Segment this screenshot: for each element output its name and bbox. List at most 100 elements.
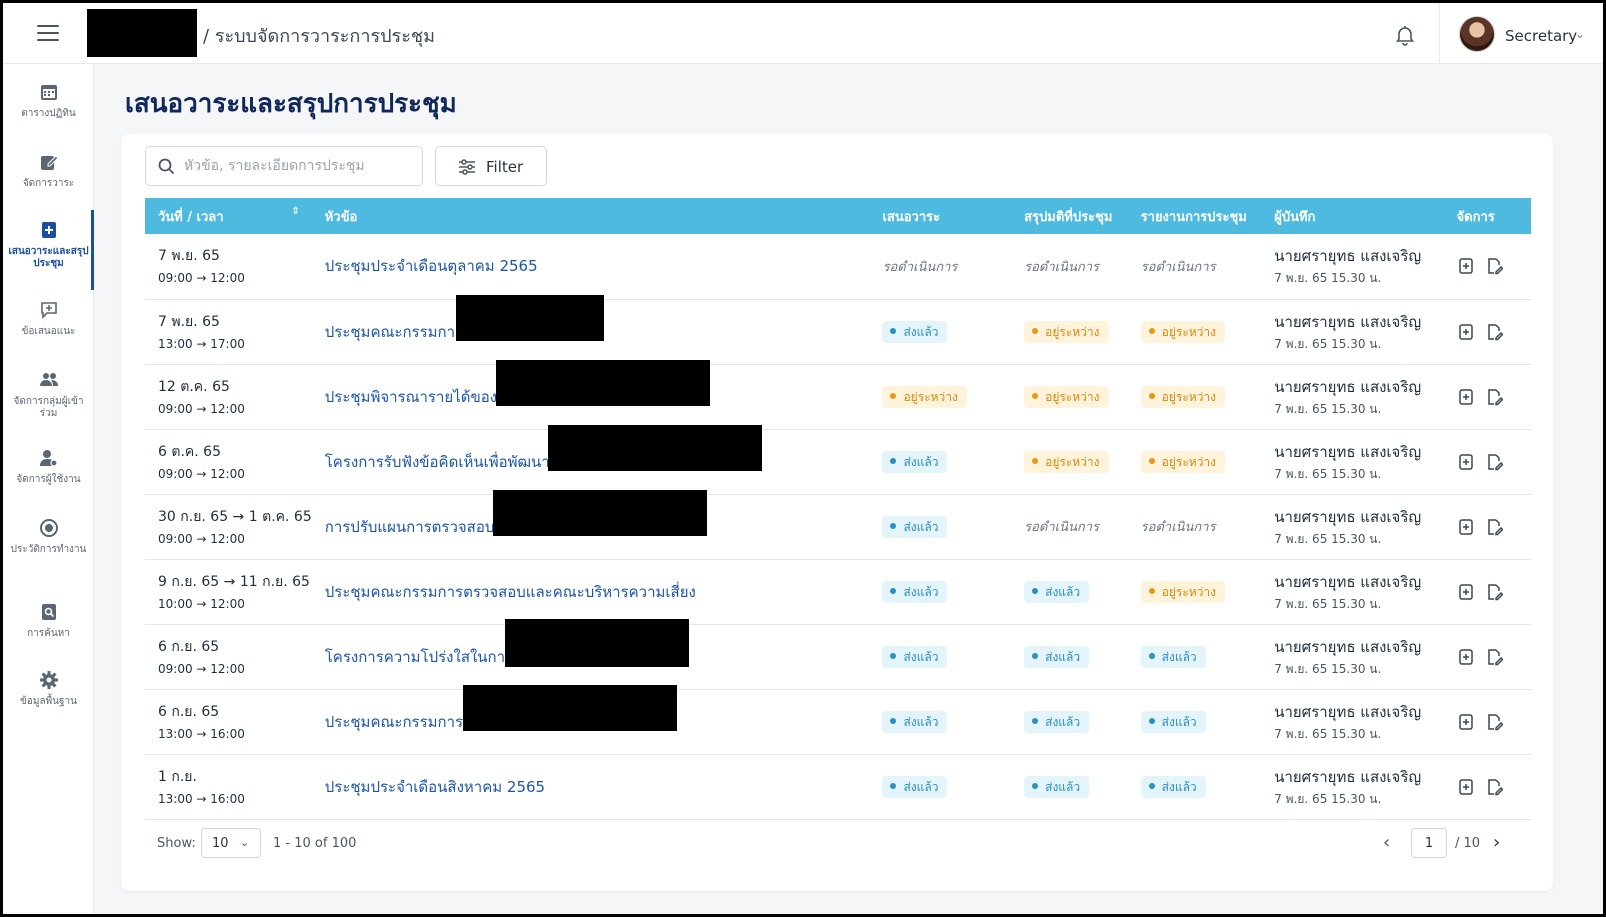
recorded-time: 7 พ.ย. 65 15.30 น. bbox=[1274, 271, 1382, 286]
topic-link[interactable]: ประชุมคณะกรรมกา bbox=[325, 294, 604, 344]
add-document-icon[interactable] bbox=[1457, 778, 1475, 796]
add-document-icon[interactable] bbox=[1457, 583, 1475, 601]
sort-icon[interactable]: ⇕ bbox=[291, 206, 299, 217]
status-badge: อยู่ระหว่าง bbox=[1024, 385, 1109, 408]
date-text: 9 ก.ย. 65 → 11 ก.ย. 65 bbox=[158, 573, 310, 590]
redacted-text bbox=[455, 294, 604, 341]
status-badge: ส่งแล้ว bbox=[1024, 775, 1090, 798]
date-text: 6 ก.ย. 65 bbox=[158, 638, 220, 655]
edit-document-icon[interactable] bbox=[1485, 648, 1503, 666]
page-number-input[interactable] bbox=[1411, 828, 1447, 858]
add-document-icon[interactable] bbox=[1457, 323, 1475, 341]
app-window: / ระบบจัดการวาระการประชุม Secretary ⌄ ตา… bbox=[0, 0, 1606, 917]
topic-cell: การปรับแผนการตรวจสอบ bbox=[311, 489, 870, 560]
edit-document-icon[interactable] bbox=[1485, 257, 1503, 275]
status-badge: ส่งแล้ว bbox=[882, 515, 948, 538]
recorded-time: 7 พ.ย. 65 15.30 น. bbox=[1274, 401, 1382, 416]
add-document-icon[interactable] bbox=[1457, 518, 1475, 536]
edit-document-icon[interactable] bbox=[1485, 583, 1503, 601]
topic-link[interactable]: ประชุมประจำเดือนตุลาคม 2565 bbox=[325, 254, 538, 278]
propose-cell: ส่งแล้ว bbox=[869, 624, 1012, 690]
datetime-cell: 6 ก.ย. 65 13:00 → 16:00 bbox=[145, 689, 312, 755]
topic-cell: ประชุมคณะกรรมการ bbox=[311, 684, 870, 755]
recorder-cell: นายศรายุทธ แสงเจริญ 7 พ.ย. 65 15.30 น. bbox=[1261, 429, 1444, 495]
topic-link[interactable]: ประชุมประจำเดือนสิงหาคม 2565 bbox=[325, 775, 545, 799]
recorded-time: 7 พ.ย. 65 15.30 น. bbox=[1274, 661, 1382, 676]
propose-cell: ส่งแล้ว bbox=[869, 299, 1012, 365]
status-text: รอดำเนินการ bbox=[1140, 520, 1216, 535]
time-text: 13:00 → 17:00 bbox=[158, 336, 245, 351]
edit-document-icon[interactable] bbox=[1485, 778, 1503, 796]
topic-link[interactable]: ประชุมคณะกรรมการตรวจสอบและคณะบริหารความเ… bbox=[325, 580, 696, 604]
topic-link[interactable]: ประชุมพิจารณารายได้ของ bbox=[325, 359, 710, 409]
status-badge: ส่งแล้ว bbox=[1024, 645, 1090, 668]
datetime-cell: 12 ต.ค. 65 09:00 → 12:00 bbox=[145, 364, 312, 430]
bell-icon[interactable] bbox=[1393, 23, 1417, 47]
chevron-down-icon[interactable]: ⌄ bbox=[1575, 27, 1585, 41]
total-pages: / 10 bbox=[1455, 836, 1481, 851]
sidebar-item-agenda[interactable]: จัดการวาระ bbox=[3, 152, 94, 190]
sidebar-item-calendar[interactable]: ตารางปฏิทิน bbox=[3, 82, 94, 120]
topic-link[interactable]: โครงการความโปร่งใสในการ bbox=[325, 618, 689, 669]
topic-link[interactable]: การปรับแผนการตรวจสอบ bbox=[325, 489, 707, 539]
app-title: / ระบบจัดการวาระการประชุม bbox=[203, 26, 435, 47]
page-size-select[interactable]: 10 ⌄ bbox=[201, 828, 261, 858]
prev-page-icon[interactable]: ‹ bbox=[1383, 832, 1390, 853]
table-row: 7 พ.ย. 65 13:00 → 17:00 ประชุมคณะกรรมกา ส่ง… bbox=[145, 294, 1531, 365]
time-text: 10:00 → 12:00 bbox=[158, 596, 245, 611]
filter-button[interactable]: Filter bbox=[435, 146, 547, 186]
sidebar-item-master-data[interactable]: ข้อมูลพื้นฐาน bbox=[3, 670, 94, 708]
add-document-icon[interactable] bbox=[1457, 648, 1475, 666]
status-badge: อยู่ระหว่าง bbox=[882, 385, 967, 408]
column-header-recorder: ผู้บันทึก bbox=[1261, 198, 1444, 234]
redacted-text bbox=[504, 618, 689, 667]
sidebar-item-label: ประวัติการทำงาน bbox=[10, 544, 87, 555]
sidebar-item-groups[interactable]: จัดการกลุ่มผู้เข้าร่วม bbox=[3, 370, 94, 420]
recorder-name: นายศรายุทธ แสงเจริญ bbox=[1274, 637, 1422, 656]
table-row: 9 ก.ย. 65 → 11 ก.ย. 65 10:00 → 12:00 ประชุ… bbox=[145, 559, 1531, 625]
recorder-name: นายศรายุทธ แสงเจริญ bbox=[1274, 507, 1422, 526]
date-text: 6 ต.ค. 65 bbox=[158, 443, 221, 460]
manage-cell bbox=[1443, 754, 1531, 820]
sidebar-item-users[interactable]: จัดการผู้ใช้งาน bbox=[3, 448, 94, 486]
sidebar-item-search[interactable]: การค้นหา bbox=[3, 602, 94, 640]
resolution-cell: อยู่ระหว่าง bbox=[1011, 299, 1128, 365]
edit-document-icon[interactable] bbox=[1485, 388, 1503, 406]
date-text: 12 ต.ค. 65 bbox=[158, 378, 230, 395]
edit-document-icon[interactable] bbox=[1485, 518, 1503, 536]
column-header-manage: จัดการ bbox=[1443, 198, 1531, 234]
edit-document-icon[interactable] bbox=[1485, 713, 1503, 731]
report-cell: อยู่ระหว่าง bbox=[1127, 299, 1262, 365]
topic-link[interactable]: ประชุมคณะกรรมการ bbox=[325, 684, 677, 734]
date-text: 6 ก.ย. 65 bbox=[158, 703, 220, 720]
sidebar-item-propose-summary[interactable]: เสนอวาระและสรุปประชุม bbox=[3, 210, 94, 290]
resolution-cell: ส่งแล้ว bbox=[1011, 559, 1128, 625]
recorder-name: นายศรายุทธ แสงเจริญ bbox=[1274, 572, 1422, 591]
user-name[interactable]: Secretary bbox=[1505, 27, 1577, 45]
time-text: 13:00 → 16:00 bbox=[158, 791, 245, 806]
edit-document-icon[interactable] bbox=[1485, 453, 1503, 471]
edit-document-icon[interactable] bbox=[1485, 323, 1503, 341]
next-page-icon[interactable]: › bbox=[1493, 832, 1500, 853]
column-header-propose: เสนอวาระ bbox=[869, 198, 1012, 234]
menu-icon[interactable] bbox=[37, 25, 59, 41]
add-document-icon[interactable] bbox=[1457, 713, 1475, 731]
redacted-text bbox=[492, 489, 707, 536]
table-footer: Show: 10 ⌄ 1 - 10 of 100 ‹ / 10 › bbox=[145, 828, 1531, 858]
avatar[interactable] bbox=[1459, 16, 1495, 52]
column-header-datetime[interactable]: วันที่ / เวลา ⇕ bbox=[145, 198, 312, 234]
redacted-logo bbox=[87, 9, 197, 57]
recorder-cell: นายศรายุทธ แสงเจริญ 7 พ.ย. 65 15.30 น. bbox=[1261, 624, 1444, 690]
table-row: 30 ก.ย. 65 → 1 ต.ค. 65 09:00 → 12:00 การปร… bbox=[145, 489, 1531, 560]
redacted-text bbox=[495, 359, 710, 406]
add-document-icon[interactable] bbox=[1457, 388, 1475, 406]
sidebar-item-label: จัดการกลุ่มผู้เข้าร่วม bbox=[13, 396, 84, 419]
sidebar-item-suggestions[interactable]: ข้อเสนอแนะ bbox=[3, 300, 94, 338]
add-document-icon[interactable] bbox=[1457, 453, 1475, 471]
report-cell: ส่งแล้ว bbox=[1127, 624, 1262, 690]
topic-link[interactable]: โครงการรับฟังข้อคิดเห็นเพื่อพัฒนา bbox=[325, 424, 762, 474]
sidebar-item-history[interactable]: ประวัติการทำงาน bbox=[3, 518, 94, 556]
search-input[interactable] bbox=[184, 155, 414, 177]
status-text: รอดำเนินการ bbox=[1024, 520, 1100, 535]
add-document-icon[interactable] bbox=[1457, 257, 1475, 275]
